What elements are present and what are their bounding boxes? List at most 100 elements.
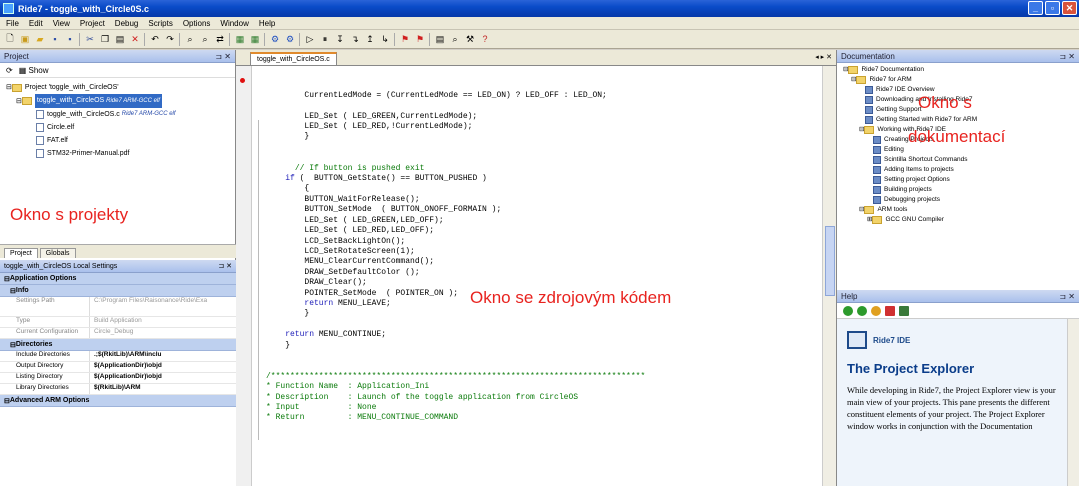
group-info[interactable]: ⊟ Info <box>0 285 236 297</box>
search-files-icon[interactable]: ⌕ <box>449 33 461 45</box>
rebuild-icon[interactable]: ▦ <box>249 33 261 45</box>
find-next-icon[interactable]: ⌕ <box>199 33 211 45</box>
doc-item[interactable]: ⊟ Ride7 Documentation <box>843 65 1079 75</box>
pin-close-icon[interactable]: ⊐ ✕ <box>218 262 232 270</box>
step-out-icon[interactable]: ↥ <box>364 33 376 45</box>
doc-item[interactable]: Scintilla Shortcut Commands <box>843 155 1079 165</box>
scrollbar-thumb[interactable] <box>825 226 835 296</box>
minimize-button[interactable]: _ <box>1028 1 1043 15</box>
editor-gutter[interactable] <box>236 66 252 486</box>
menu-help[interactable]: Help <box>259 19 275 28</box>
prop-output-directory[interactable]: Output Directory $(ApplicationDir)\objd <box>0 362 236 373</box>
editor-tab-strip: toggle_with_CircleOS.c ◂ ▸ ✕ <box>236 50 836 66</box>
pin-close-icon[interactable]: ⊐ ✕ <box>1059 52 1075 61</box>
tree-item-fat-elf[interactable]: FAT.elf <box>6 134 235 147</box>
open-project-icon[interactable]: ▣ <box>19 33 31 45</box>
menu-debug[interactable]: Debug <box>115 19 139 28</box>
main-toolbar: 🗋 ▣ ▰ ▪ ▪ ✂ ❐ ▤ ✕ ↶ ↷ ⌕ ⌕ ⇄ ▦ ▦ ⚙ ⚙ ▷ ⏸ … <box>0 30 1079 49</box>
group-advanced-arm-options[interactable]: ⊟ Advanced ARM Options <box>0 395 236 407</box>
toolbar-separator <box>394 32 396 46</box>
tree-item-project[interactable]: ⊟ Project 'toggle_with_CircleOS' <box>6 81 235 94</box>
doc-item[interactable]: Adding Items to projects <box>843 165 1079 175</box>
redo-icon[interactable]: ↷ <box>164 33 176 45</box>
prop-include-directories[interactable]: Include Directories .;$(RkitLib)\ARM\incl… <box>0 351 236 362</box>
group-directories[interactable]: ⊟ Directories <box>0 339 236 351</box>
prop-listing-directory[interactable]: Listing Directory $(ApplicationDir)\objd <box>0 373 236 384</box>
doc-item-label: GCC GNU Compiler <box>885 216 944 223</box>
step-over-icon[interactable]: ↴ <box>349 33 361 45</box>
paste-icon[interactable]: ▤ <box>114 33 126 45</box>
prop-library-directories[interactable]: Library Directories $(RkitLib)\ARM <box>0 384 236 395</box>
breakpoint-icon[interactable]: ⚑ <box>399 33 411 45</box>
tab-project[interactable]: Project <box>4 248 38 258</box>
back-icon[interactable] <box>843 305 853 316</box>
doc-item[interactable]: Setting project Options <box>843 175 1079 185</box>
undo-icon[interactable]: ↶ <box>149 33 161 45</box>
refresh-page-icon[interactable] <box>899 305 909 316</box>
refresh-icon[interactable]: ⟳ <box>6 66 13 75</box>
show-button[interactable]: ▦ Show <box>19 66 49 75</box>
forward-icon[interactable] <box>857 305 867 316</box>
cut-icon[interactable]: ✂ <box>84 33 96 45</box>
tab-source-file[interactable]: toggle_with_CircleOS.c <box>250 52 337 65</box>
doc-item[interactable]: ⊟ ARM tools <box>843 205 1079 215</box>
c-file-icon <box>36 110 44 119</box>
doc-item[interactable]: ⊟ Ride7 for ARM <box>843 75 1079 85</box>
prop-value: Circle_Debug <box>94 328 134 335</box>
save-icon[interactable]: ▪ <box>49 33 61 45</box>
prop-type[interactable]: Type Build Application <box>0 317 236 328</box>
stop-icon[interactable] <box>885 305 895 316</box>
menu-window[interactable]: Window <box>220 19 248 28</box>
tree-item-source-file[interactable]: toggle_with_CircleOS.c Ride7 ARM-GCC elf <box>6 108 235 121</box>
menu-scripts[interactable]: Scripts <box>148 19 172 28</box>
build-icon[interactable]: ▦ <box>234 33 246 45</box>
editor-tab-controls[interactable]: ◂ ▸ ✕ <box>815 53 832 61</box>
menu-file[interactable]: File <box>6 19 19 28</box>
home-icon[interactable] <box>871 305 881 316</box>
menu-edit[interactable]: Edit <box>29 19 43 28</box>
open-folder-icon[interactable]: ▰ <box>34 33 46 45</box>
run-icon[interactable]: ▷ <box>304 33 316 45</box>
menu-view[interactable]: View <box>53 19 70 28</box>
delete-icon[interactable]: ✕ <box>129 33 141 45</box>
prop-settings-path[interactable]: Settings Path C:\Program Files\Raisonance… <box>0 297 236 317</box>
tree-item-application[interactable]: ⊟ toggle_with_CircleOS Ride7 ARM-GCC elf <box>6 94 235 108</box>
pin-close-icon[interactable]: ⊐ ✕ <box>1059 292 1075 301</box>
help-scrollbar[interactable] <box>1067 319 1079 486</box>
bookmark-icon[interactable]: ▤ <box>434 33 446 45</box>
find-icon[interactable]: ⌕ <box>184 33 196 45</box>
clear-breakpoints-icon[interactable]: ⚑ <box>414 33 426 45</box>
editor-scrollbar[interactable] <box>822 66 836 486</box>
step-into-icon[interactable]: ↳ <box>379 33 391 45</box>
step-icon[interactable]: ↧ <box>334 33 346 45</box>
debug-start-icon[interactable]: ⚙ <box>269 33 281 45</box>
menu-project[interactable]: Project <box>80 19 105 28</box>
save-all-icon[interactable]: ▪ <box>64 33 76 45</box>
prop-key: Include Directories <box>0 351 90 361</box>
tree-item-manual-pdf[interactable]: STM32-Primer-Manual.pdf <box>6 147 235 160</box>
doc-item[interactable]: Getting Started with Ride7 for ARM <box>843 115 1079 125</box>
tab-globals[interactable]: Globals <box>39 248 76 258</box>
pause-icon[interactable]: ⏸ <box>319 33 331 45</box>
doc-item[interactable]: ⊞ GCC GNU Compiler <box>843 215 1079 225</box>
tree-item-circle-elf[interactable]: Circle.elf <box>6 121 235 134</box>
group-application-options[interactable]: ⊟ Application Options <box>0 273 236 285</box>
group-label: Application Options <box>9 275 77 282</box>
close-button[interactable]: ✕ <box>1062 1 1077 15</box>
new-file-icon[interactable]: 🗋 <box>4 33 16 45</box>
replace-icon[interactable]: ⇄ <box>214 33 226 45</box>
copy-icon[interactable]: ❐ <box>99 33 111 45</box>
code-area[interactable]: CurrentLedMode = (CurrentLedMode == LED_… <box>266 70 645 424</box>
pin-close-icon[interactable]: ⊐ ✕ <box>215 52 231 61</box>
doc-item-label: Setting project Options <box>884 176 950 183</box>
menu-options[interactable]: Options <box>183 19 211 28</box>
doc-item[interactable]: Debugging projects <box>843 195 1079 205</box>
prop-current-configuration[interactable]: Current Configuration Circle_Debug <box>0 328 236 339</box>
maximize-button[interactable]: ▫ <box>1045 1 1060 15</box>
project-toolbar: ⟳ ▦ Show <box>0 63 235 78</box>
debug-stop-icon[interactable]: ⚙ <box>284 33 296 45</box>
tools-icon[interactable]: ⚒ <box>464 33 476 45</box>
help-icon[interactable]: ? <box>479 33 491 45</box>
breakpoint-marker-icon[interactable] <box>240 78 245 83</box>
doc-item[interactable]: Building projects <box>843 185 1079 195</box>
